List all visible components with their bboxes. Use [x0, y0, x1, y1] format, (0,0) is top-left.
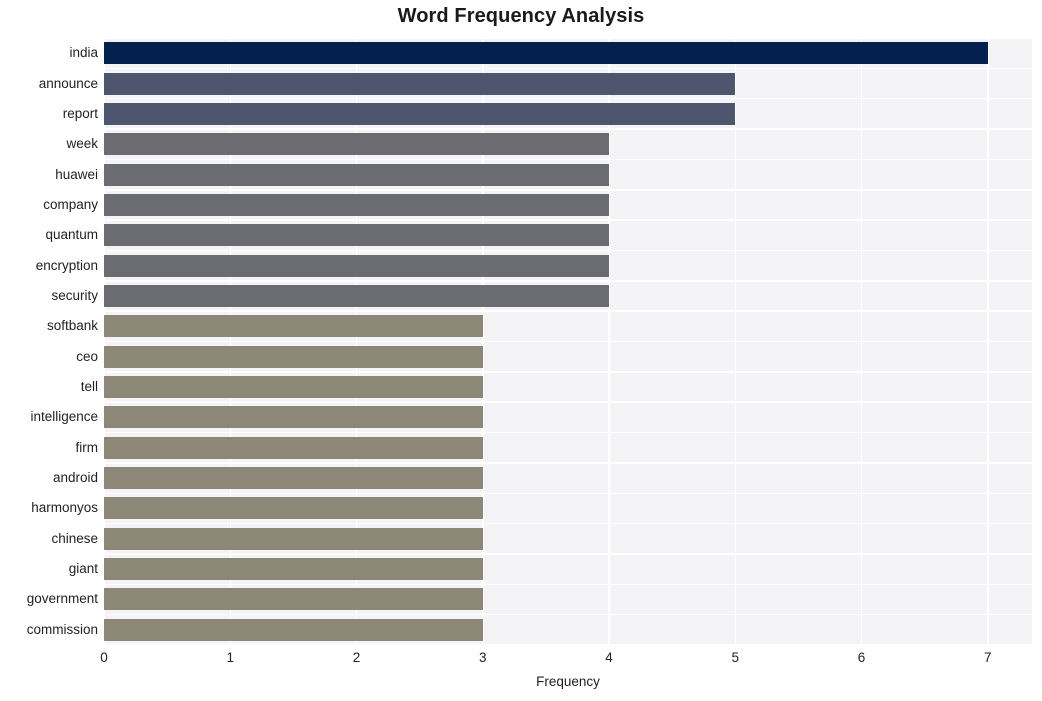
horizontal-gridline [104, 431, 1032, 434]
y-axis-tick-label: announce [38, 75, 98, 91]
horizontal-gridline [104, 583, 1032, 586]
x-axis-tick-label: 7 [984, 650, 992, 665]
bar[interactable] [104, 406, 483, 429]
x-axis-tick-labels: 0 1 2 3 4 5 6 7 [0, 650, 1042, 670]
y-axis-tick-label: report [62, 105, 98, 121]
bar[interactable] [104, 345, 483, 368]
horizontal-gridline [104, 37, 1032, 39]
horizontal-gridline [104, 97, 1032, 100]
horizontal-gridline [104, 249, 1032, 252]
word-frequency-chart: Word Frequency Analysis india announce rep… [0, 0, 1042, 701]
x-axis-tick-label: 1 [226, 650, 234, 665]
horizontal-gridline [104, 492, 1032, 494]
bar[interactable] [104, 376, 483, 399]
horizontal-gridline [104, 522, 1032, 525]
bar[interactable] [104, 193, 610, 216]
horizontal-gridline [104, 553, 1032, 555]
bar[interactable] [104, 102, 736, 125]
y-axis-tick-label: encryption [35, 257, 98, 273]
horizontal-gridline [104, 310, 1032, 312]
bar[interactable] [104, 42, 988, 65]
y-axis-tick-label: commission [26, 621, 98, 637]
horizontal-gridline [104, 219, 1032, 221]
horizontal-gridline [104, 371, 1032, 373]
y-axis-tick-labels: india announce report week huawei company quan… [0, 38, 98, 645]
y-axis-tick-label: firm [75, 439, 99, 455]
bar[interactable] [104, 163, 610, 186]
y-axis-tick-label: quantum [45, 227, 98, 243]
x-axis-tick-label: 5 [731, 650, 740, 665]
bar[interactable] [104, 224, 610, 247]
y-axis-tick-label: harmonyos [31, 500, 98, 516]
bar[interactable] [104, 618, 483, 641]
plot-area [103, 37, 1032, 646]
horizontal-gridline [104, 401, 1032, 403]
bar[interactable] [104, 527, 483, 550]
y-axis-tick-label: tell [80, 379, 98, 395]
horizontal-gridline [104, 280, 1032, 282]
y-axis-tick-label: huawei [55, 166, 98, 182]
x-axis-tick-label: 0 [100, 650, 108, 665]
bar[interactable] [104, 558, 483, 581]
bar[interactable] [104, 497, 483, 520]
y-axis-tick-label: android [52, 470, 98, 486]
y-axis-tick-label: company [43, 196, 98, 212]
bar[interactable] [104, 133, 610, 156]
bar[interactable] [104, 436, 483, 459]
chart-title: Word Frequency Analysis [397, 5, 645, 27]
x-axis-tick-label: 2 [352, 650, 361, 665]
bar[interactable] [104, 467, 483, 490]
y-axis-tick-label: chinese [51, 530, 98, 546]
horizontal-gridline [104, 613, 1032, 616]
y-axis-tick-label: week [66, 136, 98, 152]
y-axis-tick-label: india [69, 45, 98, 61]
horizontal-gridline [104, 158, 1032, 161]
y-axis-tick-label: security [51, 287, 98, 303]
y-axis-tick-label: intelligence [30, 409, 98, 425]
horizontal-gridline [104, 67, 1032, 70]
horizontal-gridline [104, 189, 1032, 191]
horizontal-gridline [104, 128, 1032, 130]
x-axis-tick-label: 3 [479, 650, 487, 665]
horizontal-gridline [104, 462, 1032, 464]
horizontal-gridline [104, 340, 1032, 343]
y-axis-tick-label: government [26, 591, 98, 607]
bar[interactable] [104, 315, 483, 338]
bar[interactable] [104, 254, 610, 277]
y-axis-tick-label: softbank [46, 318, 98, 334]
bar[interactable] [104, 72, 736, 95]
y-axis-tick-label: ceo [76, 348, 98, 364]
horizontal-gridline [104, 644, 1032, 646]
bar[interactable] [104, 284, 610, 307]
x-axis-title: Frequency [536, 674, 600, 689]
y-axis-tick-label: giant [68, 561, 98, 577]
x-axis-tick-label: 4 [605, 650, 613, 665]
x-axis-tick-label: 6 [857, 650, 866, 665]
bar[interactable] [104, 588, 483, 611]
